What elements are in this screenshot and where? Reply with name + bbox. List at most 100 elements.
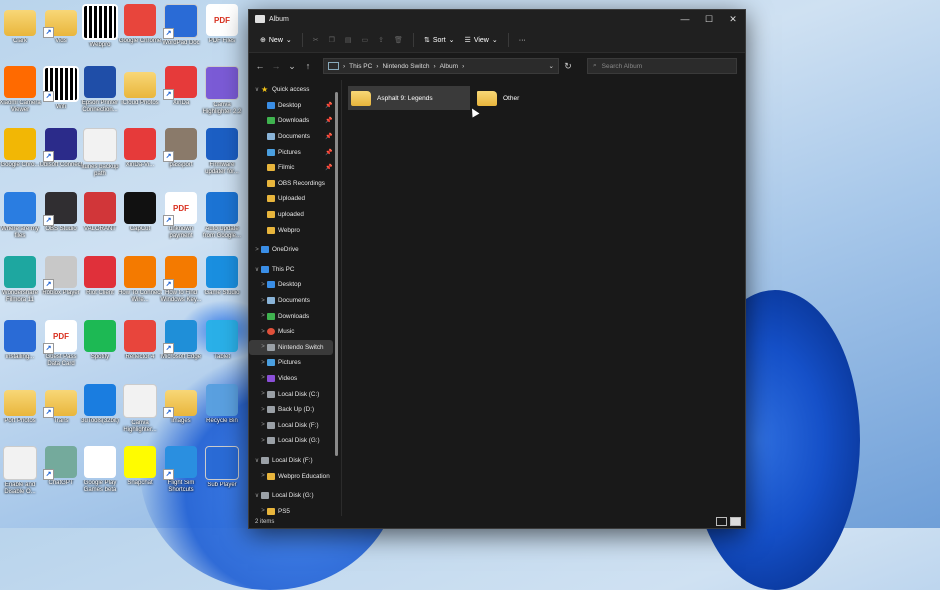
more-options-button[interactable]: ··· bbox=[514, 31, 531, 49]
folder-item-other[interactable]: Other bbox=[474, 86, 596, 110]
nav-scrollbar[interactable] bbox=[335, 92, 338, 456]
desktop-shortcut[interactable]: Microsoft Edge bbox=[159, 320, 203, 368]
nav-item-downloads[interactable]: Downloads 📌 bbox=[249, 113, 333, 129]
desktop-shortcut[interactable]: Wifi bbox=[39, 66, 83, 118]
tiles-view-button[interactable] bbox=[730, 517, 741, 526]
desktop-shortcut[interactable]: Epson Printer Connection... bbox=[78, 66, 122, 114]
desktop-shortcut[interactable]: WordPad Doc bbox=[159, 4, 203, 54]
nav-item-local-disk-g[interactable]: > Local Disk (G:) bbox=[249, 433, 333, 449]
desktop-shortcut[interactable]: Tablet bbox=[200, 320, 244, 368]
desktop-shortcut[interactable]: How to Find Windows Key... bbox=[159, 256, 203, 304]
details-view-button[interactable] bbox=[716, 517, 727, 526]
desktop-shortcut[interactable]: Enable and Disable O... bbox=[0, 446, 42, 496]
nav-item-downloads[interactable]: > Downloads bbox=[249, 308, 333, 324]
nav-item-nintendo-switch[interactable]: > Nintendo Switch bbox=[249, 339, 333, 356]
desktop-shortcut[interactable]: XinDa bbox=[159, 66, 203, 114]
nav-item-pictures[interactable]: Pictures 📌 bbox=[249, 144, 333, 160]
nav-item-webpro[interactable]: Webpro bbox=[249, 222, 333, 238]
share-button[interactable]: ⇪ bbox=[373, 31, 389, 49]
desktop-shortcut[interactable]: Port Photos bbox=[0, 384, 42, 432]
desktop-shortcut[interactable]: Auto Update from Google... bbox=[200, 192, 244, 240]
desktop-shortcut[interactable]: iCloud Photos bbox=[118, 66, 162, 114]
desktop-shortcut[interactable]: PDFGuest Pass Data Card bbox=[39, 320, 83, 368]
desktop-shortcut[interactable]: How To Connect Wire... bbox=[118, 256, 162, 304]
nav-item-documents[interactable]: Documents 📌 bbox=[249, 129, 333, 145]
desktop-shortcut[interactable]: Where are my files bbox=[0, 192, 42, 240]
desktop-shortcut[interactable]: Trans bbox=[39, 384, 83, 432]
nav-item-back-up-d[interactable]: > Back Up (D:) bbox=[249, 402, 333, 418]
desktop-shortcut[interactable]: Flight Sim Shortcuts bbox=[159, 446, 203, 494]
desktop-shortcut[interactable]: Canva Highlighter 2.2 bbox=[200, 66, 244, 116]
forward-button[interactable]: → bbox=[269, 59, 283, 73]
desktop-shortcut[interactable]: Snapchat bbox=[118, 446, 162, 494]
desktop-shortcut[interactable]: Google Play Games beta bbox=[78, 446, 122, 494]
nav-item-local-disk-f[interactable]: > Local Disk (F:) bbox=[249, 417, 333, 433]
nav-item-webpro-education[interactable]: > Webpro Education bbox=[249, 468, 333, 484]
new-button[interactable]: ⊕ New ⌄ bbox=[255, 31, 297, 49]
recent-locations-button[interactable]: ⌄ bbox=[285, 59, 299, 73]
desktop-shortcut[interactable]: Game Studio bbox=[200, 256, 244, 304]
desktop-shortcut[interactable]: Webpro bbox=[78, 4, 122, 56]
nav-item-local-disk-g[interactable]: ∨ Local Disk (G:) bbox=[249, 488, 333, 504]
nav-item-pictures[interactable]: > Pictures bbox=[249, 355, 333, 371]
nav-item-videos[interactable]: > Videos bbox=[249, 371, 333, 387]
nav-item-documents[interactable]: > Documents bbox=[249, 293, 333, 309]
desktop-shortcut[interactable]: XinDa-Vi... bbox=[118, 128, 162, 176]
up-button[interactable]: ↑ bbox=[301, 59, 315, 73]
folder-item-asphalt[interactable]: Asphalt 9: Legends bbox=[348, 86, 480, 118]
breadcrumb-this-pc[interactable]: This PC bbox=[349, 63, 372, 70]
minimize-button[interactable]: — bbox=[673, 10, 697, 28]
desktop-shortcut[interactable]: Sub Player bbox=[200, 446, 244, 496]
desktop-shortcut[interactable]: CapCut bbox=[118, 192, 162, 240]
chevron-right-icon[interactable]: > bbox=[259, 360, 267, 366]
chevron-right-icon[interactable]: > bbox=[259, 313, 267, 319]
chevron-right-icon[interactable]: > bbox=[259, 422, 267, 428]
chevron-right-icon[interactable]: > bbox=[259, 329, 267, 335]
chevron-right-icon[interactable]: > bbox=[259, 375, 267, 381]
desktop-shortcut[interactable]: PDF PDF Files bbox=[200, 4, 244, 52]
desktop-shortcut[interactable]: Reflector 4 bbox=[118, 320, 162, 368]
nav-item-onedrive[interactable]: > OneDrive bbox=[249, 242, 333, 258]
title-bar[interactable]: Album — ☐ ✕ bbox=[249, 10, 745, 28]
chevron-right-icon[interactable]: > bbox=[259, 282, 267, 288]
delete-button[interactable]: 🗑 bbox=[389, 31, 408, 49]
nav-item-desktop[interactable]: > Desktop bbox=[249, 277, 333, 293]
desktop-shortcut[interactable]: Riot Client bbox=[78, 256, 122, 304]
desktop-shortcut[interactable]: images bbox=[159, 384, 203, 432]
paste-button[interactable]: ▤ bbox=[340, 31, 357, 49]
desktop-shortcut[interactable]: Xiaomi Camera Viewer bbox=[0, 66, 42, 114]
nav-item-local-disk-c[interactable]: > Local Disk (C:) bbox=[249, 386, 333, 402]
search-box[interactable]: ⌕ Search Album bbox=[587, 58, 737, 74]
chevron-right-icon[interactable]: > bbox=[259, 391, 267, 397]
view-button[interactable]: ☰ View ⌄ bbox=[460, 31, 503, 49]
chevron-right-icon[interactable]: > bbox=[259, 407, 267, 413]
nav-item-quick-access[interactable]: ∨ ★ Quick access bbox=[249, 82, 333, 98]
desktop-shortcut[interactable]: Google Chrome bbox=[118, 4, 162, 52]
chevron-right-icon[interactable]: > bbox=[259, 438, 267, 444]
chevron-right-icon[interactable]: > bbox=[259, 298, 267, 304]
desktop-shortcut[interactable]: Spotify bbox=[78, 320, 122, 368]
desktop-shortcut[interactable]: VALORANT bbox=[78, 192, 122, 240]
address-bar[interactable]: › This PC › Nintendo Switch › Album › ⌄ bbox=[323, 58, 559, 74]
refresh-button[interactable]: ↻ bbox=[561, 59, 575, 73]
chevron-down-icon[interactable]: ∨ bbox=[253, 492, 261, 499]
chevron-down-icon[interactable]: ∨ bbox=[253, 457, 261, 464]
back-button[interactable]: ← bbox=[253, 59, 267, 73]
desktop-shortcut[interactable]: itunes backup path bbox=[78, 128, 122, 178]
breadcrumb-album[interactable]: Album bbox=[440, 63, 458, 70]
breadcrumb-nintendo-switch[interactable]: Nintendo Switch bbox=[382, 63, 429, 70]
chevron-right-icon[interactable]: > bbox=[253, 247, 261, 253]
desktop-shortcut[interactable]: installing... bbox=[0, 320, 42, 368]
desktop-shortcut[interactable]: passport bbox=[159, 128, 203, 176]
close-button[interactable]: ✕ bbox=[721, 10, 745, 28]
nav-item-obs-recordings[interactable]: OBS Recordings bbox=[249, 176, 333, 192]
desktop-shortcut[interactable]: Firmware updater for... bbox=[200, 128, 244, 176]
nav-item-music[interactable]: > Music bbox=[249, 324, 333, 340]
desktop-shortcut[interactable]: OBS Studio bbox=[39, 192, 83, 240]
maximize-button[interactable]: ☐ bbox=[697, 10, 721, 28]
sort-button[interactable]: ⇅ Sort ⌄ bbox=[419, 31, 460, 49]
desktop-shortcut[interactable]: Canva Highlighter... bbox=[118, 384, 162, 434]
desktop-shortcut[interactable]: 3uTools(32bit) bbox=[78, 384, 122, 432]
desktop-shortcut[interactable]: Ubisoft Connect bbox=[39, 128, 83, 176]
chevron-right-icon[interactable]: > bbox=[259, 344, 267, 350]
